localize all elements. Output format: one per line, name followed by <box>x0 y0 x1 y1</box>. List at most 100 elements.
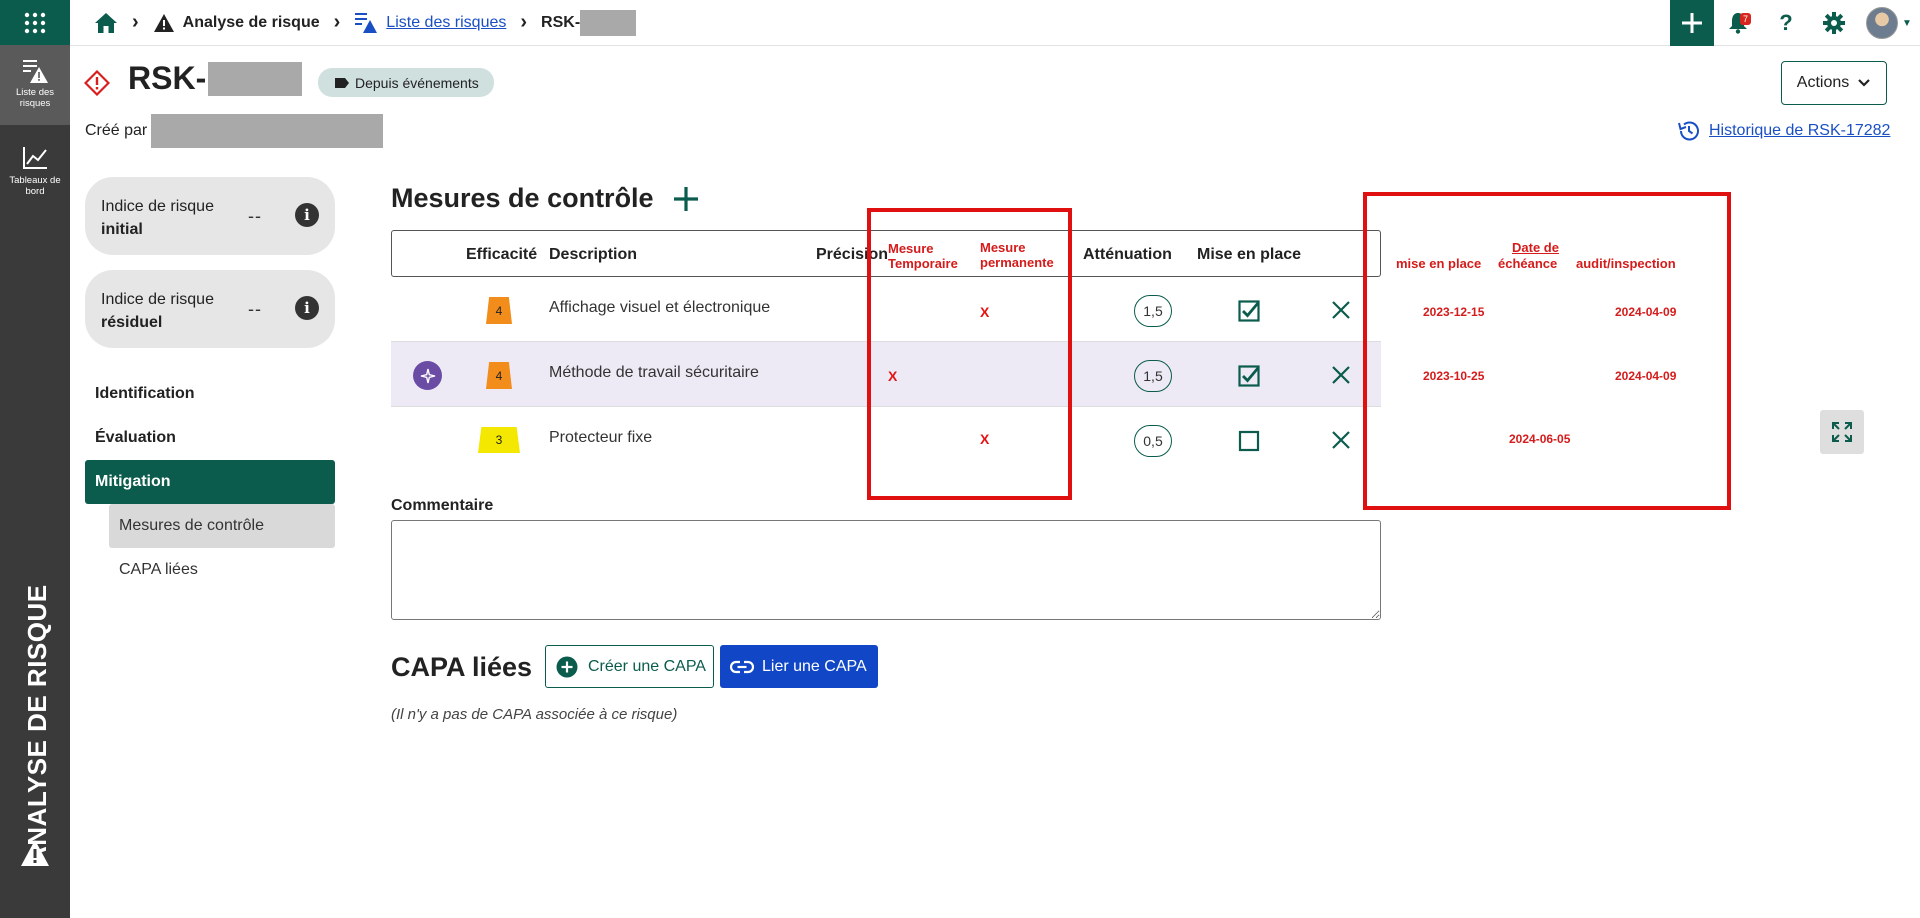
add-control-plus-icon[interactable] <box>672 185 700 213</box>
notification-count-badge: 7 <box>1740 13 1752 25</box>
create-capa-label: Créer une CAPA <box>588 657 706 675</box>
actions-label: Actions <box>1796 74 1850 91</box>
info-icon[interactable]: i <box>295 296 319 320</box>
help-icon: ? <box>1779 10 1793 35</box>
source-tag-label: Depuis événements <box>355 74 479 91</box>
apps-grid-button[interactable] <box>0 0 70 45</box>
col-header-description[interactable]: Description <box>549 246 637 264</box>
source-tag: Depuis événements <box>318 68 494 97</box>
page-title: RSK- <box>128 60 303 97</box>
risk-index-label: Indice de risque résiduel <box>101 288 214 334</box>
history-icon <box>1678 121 1699 141</box>
top-bar: › Analyse de risque › Liste des risques … <box>70 0 1920 46</box>
checkbox-checked-icon[interactable] <box>1238 300 1260 322</box>
capa-section-title: CAPA liées <box>391 652 533 682</box>
notifications-button[interactable]: 7 <box>1714 0 1762 46</box>
attenuation-value: 0,5 <box>1134 425 1172 457</box>
avatar <box>1866 7 1899 39</box>
efficacite-badge: 4 <box>486 362 512 389</box>
link-icon <box>730 660 754 673</box>
redacted-block <box>208 61 303 96</box>
nav-identification[interactable]: Identification <box>85 372 335 416</box>
control-description: Protecteur fixe <box>549 429 653 446</box>
chevron-right-icon: › <box>520 11 528 33</box>
remove-x-icon[interactable] <box>1330 299 1352 321</box>
module-vertical-label: ANALYSE DE RISQUE <box>22 584 52 865</box>
efficacite-badge: 3 <box>478 427 520 453</box>
checkbox-checked-icon[interactable] <box>1238 365 1260 387</box>
actions-dropdown-button[interactable]: Actions <box>1781 61 1887 105</box>
chart-line-icon <box>23 147 47 169</box>
history-link-label: Historique de RSK-17282 <box>1709 122 1891 139</box>
breadcrumb: › Analyse de risque › Liste des risques … <box>94 9 637 36</box>
annotation-box <box>1363 192 1731 510</box>
efficacite-badge: 4 <box>486 297 512 324</box>
created-by-label: Créé par <box>85 122 148 139</box>
risk-list-icon <box>23 60 48 83</box>
nav-mitigation[interactable]: Mitigation <box>85 460 335 504</box>
comment-label: Commentaire <box>391 497 494 514</box>
risk-index-residual-card: Indice de risque résiduel -- i <box>85 270 335 348</box>
risk-index-label-line1: Indice de risque <box>101 291 214 308</box>
ai-sparkle-icon[interactable] <box>413 361 442 390</box>
user-menu-button[interactable]: ▼ <box>1858 0 1920 46</box>
create-capa-button[interactable]: Créer une CAPA <box>545 645 714 688</box>
rail-item-label: Liste des risques <box>15 87 55 109</box>
breadcrumb-module[interactable]: Analyse de risque <box>183 14 320 32</box>
home-icon[interactable] <box>94 12 118 34</box>
capa-empty-message: (Il n'y a pas de CAPA associée à ce risq… <box>391 706 678 723</box>
rail-item-dashboards[interactable]: Tableaux de bord <box>0 125 70 197</box>
control-description: Méthode de travail sécuritaire <box>549 364 759 381</box>
left-rail: Liste des risques Tableaux de bord ANALY… <box>0 0 70 918</box>
expand-fullscreen-button[interactable] <box>1820 410 1864 454</box>
nav-sub-linked-capa[interactable]: CAPA liées <box>109 548 335 592</box>
risk-index-label-line1: Indice de risque <box>101 198 214 215</box>
plus-circle-icon <box>556 656 578 677</box>
gear-icon <box>1823 12 1845 34</box>
remove-x-icon[interactable] <box>1330 364 1352 386</box>
page-title-text: RSK- <box>128 60 207 96</box>
created-by: Créé par <box>85 114 384 148</box>
attenuation-value: 1,5 <box>1134 360 1172 392</box>
rail-item-risk-list[interactable]: Liste des risques <box>0 45 70 125</box>
warning-triangle-icon <box>153 13 174 32</box>
info-icon[interactable]: i <box>295 203 319 227</box>
quick-add-button[interactable] <box>1670 0 1714 46</box>
history-link[interactable]: Historique de RSK-17282 <box>1677 119 1890 143</box>
risk-index-initial-card: Indice de risque initial -- i <box>85 177 335 255</box>
module-vertical-title: ANALYSE DE RISQUE <box>18 575 54 875</box>
control-measures-title-text: Mesures de contrôle <box>391 183 654 213</box>
annotation-box <box>867 208 1072 500</box>
redacted-block <box>151 114 384 148</box>
apps-grid-icon <box>24 12 46 33</box>
nav-evaluation[interactable]: Évaluation <box>85 416 335 460</box>
link-capa-label: Lier une CAPA <box>762 657 867 675</box>
redacted-block <box>580 9 637 36</box>
col-header-efficacite[interactable]: Efficacité <box>466 246 537 264</box>
comment-textarea[interactable] <box>391 520 1381 620</box>
link-capa-button[interactable]: Lier une CAPA <box>720 645 878 688</box>
breadcrumb-current: RSK- <box>541 13 581 31</box>
control-measures-title: Mesures de contrôle <box>391 183 700 214</box>
settings-button[interactable] <box>1810 0 1858 46</box>
checkbox-unchecked-icon[interactable] <box>1238 430 1260 452</box>
risk-index-label-line2: initial <box>101 221 143 238</box>
chevron-right-icon: › <box>132 11 139 33</box>
help-button[interactable]: ? <box>1762 0 1810 46</box>
warning-triangle-icon <box>21 840 49 866</box>
risk-index-label: Indice de risque initial <box>101 195 214 241</box>
chevron-down-icon <box>1858 79 1871 87</box>
col-header-mise-en-place[interactable]: Mise en place <box>1197 246 1301 264</box>
risk-index-value: -- <box>248 206 262 226</box>
control-description: Affichage visuel et électronique <box>549 299 771 316</box>
chevron-down-icon: ▼ <box>1902 17 1912 29</box>
breadcrumb-risk-list-link[interactable]: Liste des risques <box>386 14 506 32</box>
tag-icon <box>335 77 349 88</box>
plus-icon <box>1682 13 1702 33</box>
col-header-attenuation[interactable]: Atténuation <box>1083 246 1172 264</box>
chevron-right-icon: › <box>333 11 341 33</box>
remove-x-icon[interactable] <box>1330 429 1352 451</box>
risk-list-icon <box>355 12 378 33</box>
nav-sub-control-measures[interactable]: Mesures de contrôle <box>109 504 335 548</box>
top-right-toolbar: 7 ? ▼ <box>1670 0 1920 46</box>
